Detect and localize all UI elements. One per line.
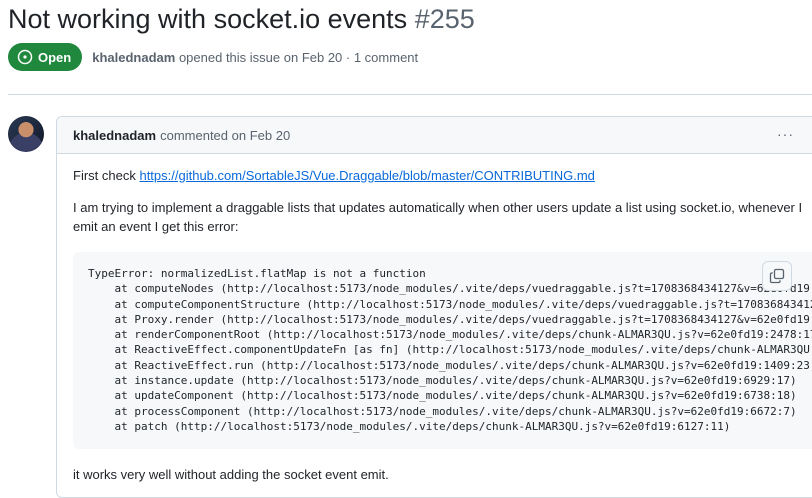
issue-opened-icon — [17, 49, 33, 65]
code-line: at patch (http://localhost:5173/node_mod… — [88, 419, 731, 433]
error-stacktrace: TypeError: normalizedList.flatMap is not… — [88, 266, 812, 434]
code-line: at renderComponentRoot (http://localhost… — [88, 328, 812, 342]
code-line: at updateComponent (http://localhost:517… — [88, 389, 797, 403]
code-line: at processComponent (http://localhost:51… — [88, 404, 797, 418]
issue-title-text: Not working with socket.io events — [8, 4, 408, 34]
issue-number: #255 — [414, 4, 475, 34]
code-line: at ReactiveEffect.run (http://localhost:… — [88, 358, 812, 372]
code-line: at ReactiveEffect.componentUpdateFn [as … — [88, 343, 812, 357]
p1-prefix: First check — [73, 168, 140, 183]
state-badge: Open — [8, 43, 83, 71]
contributing-paragraph: First check https://github.com/SortableJ… — [73, 166, 595, 185]
issue-title: Not working with socket.io events #255 — [8, 2, 475, 36]
header-divider — [8, 94, 812, 95]
issue-opened-info: khalednadam opened this issue on Feb 20 … — [92, 50, 418, 65]
code-line: at computeNodes (http://localhost:5173/n… — [88, 282, 812, 296]
contributing-link[interactable]: https://github.com/SortableJS/Vue.Dragga… — [139, 168, 594, 183]
state-label: Open — [38, 49, 72, 65]
issue-author-link[interactable]: khalednadam — [92, 50, 175, 65]
closing-paragraph: it works very well without adding the so… — [73, 467, 389, 482]
code-line: at computeComponentStructure (http://loc… — [88, 297, 812, 311]
code-line: at instance.update (http://localhost:517… — [88, 374, 797, 388]
issue-meta: Open khalednadam opened this issue on Fe… — [8, 43, 418, 71]
code-line: TypeError: normalizedList.flatMap is not… — [88, 267, 426, 280]
code-block: TypeError: normalizedList.flatMap is not… — [73, 252, 812, 449]
description-paragraph: I am trying to implement a draggable lis… — [73, 200, 803, 234]
comment-header: khalednadam commented on Feb 20 ··· — [57, 117, 812, 154]
copy-button[interactable] — [762, 261, 792, 291]
comment-box: khalednadam commented on Feb 20 ··· Firs… — [56, 116, 812, 498]
code-line: at Proxy.render (http://localhost:5173/n… — [88, 312, 812, 326]
avatar[interactable] — [8, 116, 44, 152]
comment-author-link[interactable]: khalednadam — [73, 128, 156, 143]
copy-icon — [769, 268, 785, 284]
comment-timestamp[interactable]: commented on Feb 20 — [160, 128, 290, 143]
kebab-icon[interactable]: ··· — [777, 126, 794, 142]
issue-opened-text: opened this issue on Feb 20 · 1 comment — [178, 49, 419, 65]
